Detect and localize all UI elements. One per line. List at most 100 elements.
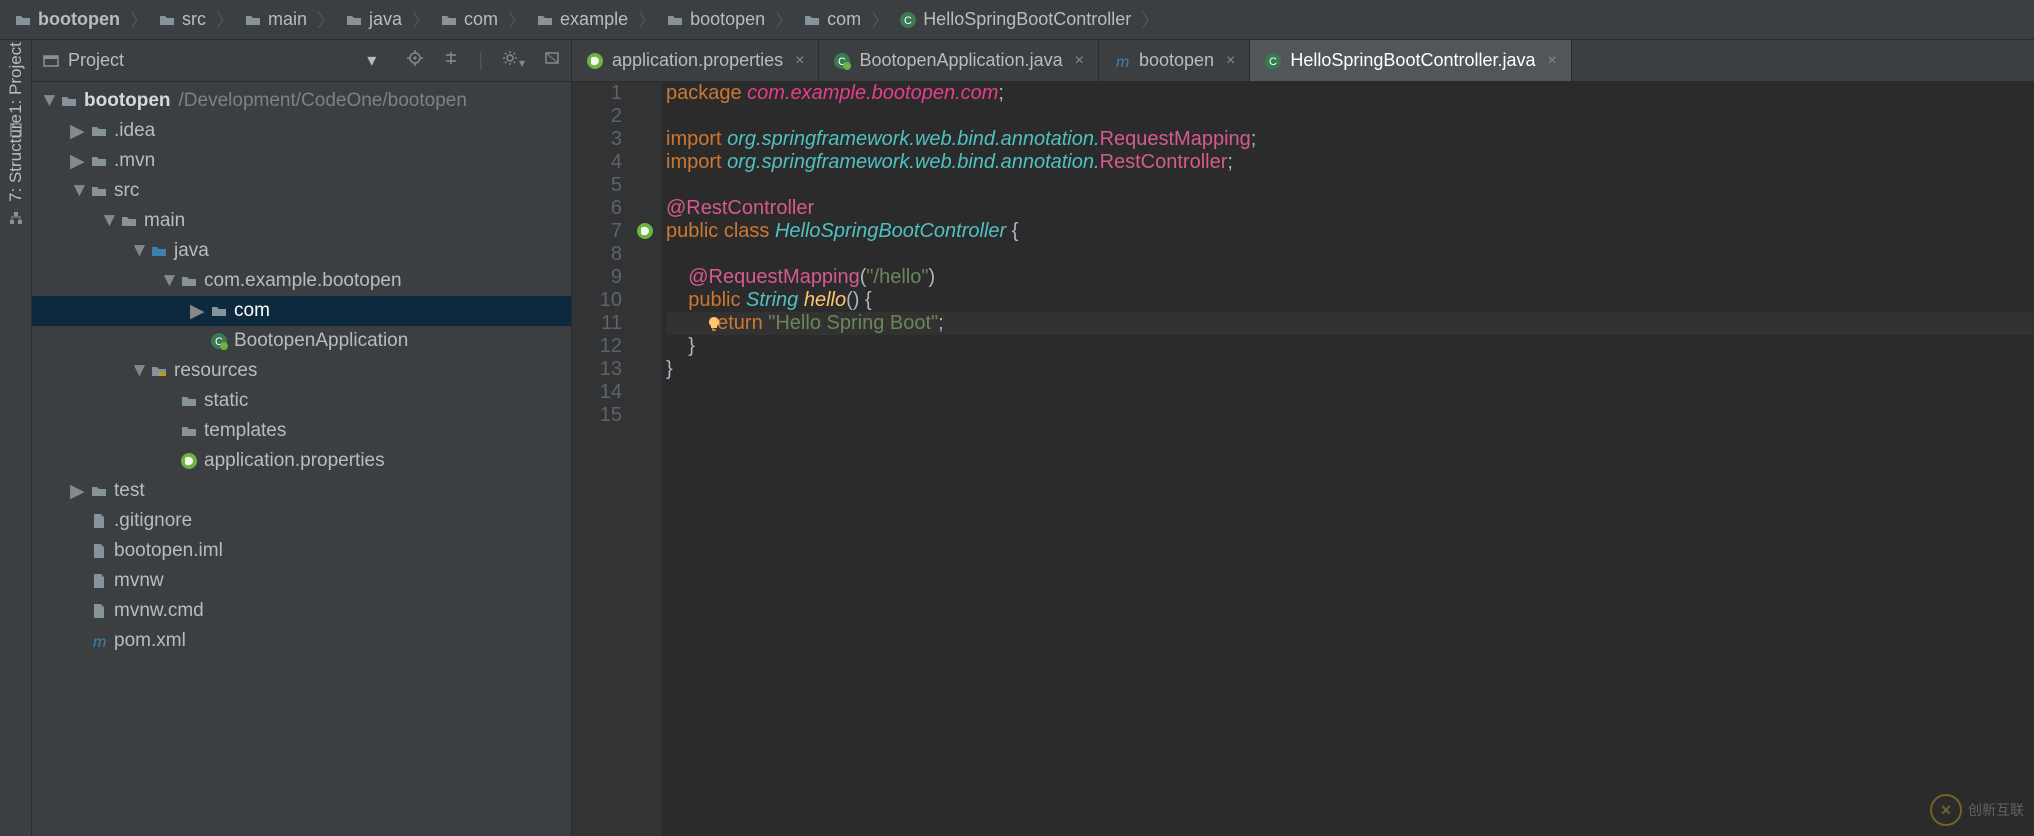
tab-label: bootopen	[1139, 50, 1214, 71]
tree-item[interactable]: ▼src	[32, 176, 571, 206]
code-content[interactable]: package com.example.bootopen.com; import …	[662, 82, 2034, 836]
tree-item-label: test	[114, 480, 145, 502]
editor-tab[interactable]: CBootopenApplication.java×	[819, 40, 1099, 81]
tree-item[interactable]: templates	[32, 416, 571, 446]
tree-item[interactable]: ▶.mvn	[32, 146, 571, 176]
line-number: 5	[572, 174, 622, 197]
tree-item[interactable]: application.properties	[32, 446, 571, 476]
file-icon	[90, 542, 108, 560]
expand-arrow-icon[interactable]: ▼	[100, 210, 114, 232]
expand-arrow-icon[interactable]: ▼	[130, 360, 144, 382]
expand-arrow-icon[interactable]: ▶	[190, 300, 204, 323]
settings-icon[interactable]: ▾	[501, 49, 525, 72]
code-line[interactable]: public class HelloSpringBootController {	[666, 220, 2034, 243]
watermark-logo-icon: ✕	[1930, 794, 1962, 826]
tree-item-label: .idea	[114, 120, 155, 142]
code-line[interactable]: }	[666, 358, 2034, 381]
close-tab-icon[interactable]: ×	[1075, 52, 1084, 70]
folder-res-icon	[150, 362, 168, 380]
tree-item[interactable]: bootopen.iml	[32, 536, 571, 566]
code-line[interactable]	[666, 404, 2034, 427]
tab-label: application.properties	[612, 50, 783, 71]
breadcrumb-item[interactable]: java	[339, 9, 408, 30]
breadcrumb-item[interactable]: bootopen	[660, 9, 771, 30]
code-line[interactable]: import org.springframework.web.bind.anno…	[666, 128, 2034, 151]
expand-arrow-icon[interactable]: ▼	[160, 270, 174, 292]
breadcrumb-label: com	[827, 9, 861, 30]
svg-text:C: C	[1269, 56, 1277, 68]
project-tree[interactable]: ▼bootopen /Development/CodeOne/bootopen▶…	[32, 82, 571, 836]
close-tab-icon[interactable]: ×	[795, 52, 804, 70]
code-line[interactable]	[666, 174, 2034, 197]
code-line[interactable]	[666, 105, 2034, 128]
intention-bulb-icon[interactable]	[706, 315, 722, 338]
expand-arrow-icon[interactable]: ▼	[40, 90, 54, 112]
tree-item-label: com.example.bootopen	[204, 270, 402, 292]
chevron-right-icon: 〉	[775, 7, 793, 33]
tree-item[interactable]: .gitignore	[32, 506, 571, 536]
close-tab-icon[interactable]: ×	[1548, 52, 1557, 70]
breadcrumb-item[interactable]: example	[530, 9, 634, 30]
svg-text:C: C	[904, 15, 912, 27]
tree-item[interactable]: ▼main	[32, 206, 571, 236]
code-line[interactable]: import org.springframework.web.bind.anno…	[666, 151, 2034, 174]
expand-arrow-icon[interactable]: ▼	[70, 180, 84, 202]
code-line[interactable]: return "Hello Spring Boot";	[666, 312, 2034, 335]
tree-item-label: java	[174, 240, 209, 262]
tree-item-label: mvnw	[114, 570, 164, 592]
project-panel-title[interactable]: Project	[68, 50, 124, 71]
breadcrumb-item[interactable]: com	[797, 9, 867, 30]
expand-arrow-icon[interactable]: ▶	[70, 480, 84, 503]
code-line[interactable]: @RequestMapping("/hello")	[666, 266, 2034, 289]
expand-arrow-icon[interactable]: ▶	[70, 150, 84, 173]
tree-item[interactable]: mpom.xml	[32, 626, 571, 656]
chevron-right-icon: 〉	[130, 7, 148, 33]
tree-item[interactable]: ▼ java	[32, 236, 571, 266]
code-line[interactable]: }	[666, 335, 2034, 358]
code-line[interactable]	[666, 381, 2034, 404]
tree-item[interactable]: ▶com	[32, 296, 571, 326]
close-tab-icon[interactable]: ×	[1226, 52, 1235, 70]
tree-item[interactable]: ▼resources	[32, 356, 571, 386]
code-line[interactable]: package com.example.bootopen.com;	[666, 82, 2034, 105]
line-number: 11	[572, 312, 622, 335]
editor-tab[interactable]: CHelloSpringBootController.java×	[1250, 40, 1571, 81]
breadcrumb-item[interactable]: src	[152, 9, 212, 30]
tree-item[interactable]: ▶ test	[32, 476, 571, 506]
tree-item[interactable]: mvnw	[32, 566, 571, 596]
gutter-icons	[632, 82, 662, 836]
project-panel: Project ▾ | ▾ ▼bootopen /Development/Cod…	[32, 40, 572, 836]
editor-tab[interactable]: mbootopen×	[1099, 40, 1250, 81]
tree-item[interactable]: ▼ com.example.bootopen	[32, 266, 571, 296]
tree-item[interactable]: CBootopenApplication	[32, 326, 571, 356]
tree-item[interactable]: static	[32, 386, 571, 416]
tree-item-label: mvnw.cmd	[114, 600, 204, 622]
tree-root[interactable]: ▼bootopen /Development/CodeOne/bootopen	[32, 86, 571, 116]
line-number: 4	[572, 151, 622, 174]
breadcrumb-item[interactable]: CHelloSpringBootController	[893, 9, 1137, 30]
project-view-dropdown-icon[interactable]: ▾	[367, 50, 376, 71]
locate-icon[interactable]	[406, 49, 424, 72]
editor-tab[interactable]: application.properties ×	[572, 40, 819, 81]
breadcrumb-item[interactable]: com	[434, 9, 504, 30]
collapse-all-icon[interactable]	[442, 49, 460, 72]
file-icon	[90, 602, 108, 620]
code-line[interactable]: public String hello() {	[666, 289, 2034, 312]
code-line[interactable]: @RestController	[666, 197, 2034, 220]
hide-panel-icon[interactable]	[543, 49, 561, 72]
code-area[interactable]: 123456789101112131415 package com.exampl…	[572, 82, 2034, 836]
breadcrumb-item[interactable]: bootopen	[8, 9, 126, 30]
breadcrumb-item[interactable]: main	[238, 9, 313, 30]
tool-structure[interactable]: 7: Structure	[6, 114, 26, 226]
folder-icon	[180, 422, 198, 440]
line-number-gutter: 123456789101112131415	[572, 82, 632, 836]
spring-gutter-icon[interactable]	[636, 222, 656, 242]
code-line[interactable]	[666, 243, 2034, 266]
expand-arrow-icon[interactable]: ▶	[70, 120, 84, 143]
tree-item[interactable]: ▶ .idea	[32, 116, 571, 146]
tool-project-label: 1: Project	[6, 42, 26, 114]
tree-item-label: .gitignore	[114, 510, 192, 532]
spring-class-icon: C	[210, 332, 228, 350]
expand-arrow-icon[interactable]: ▼	[130, 240, 144, 262]
tree-item[interactable]: mvnw.cmd	[32, 596, 571, 626]
